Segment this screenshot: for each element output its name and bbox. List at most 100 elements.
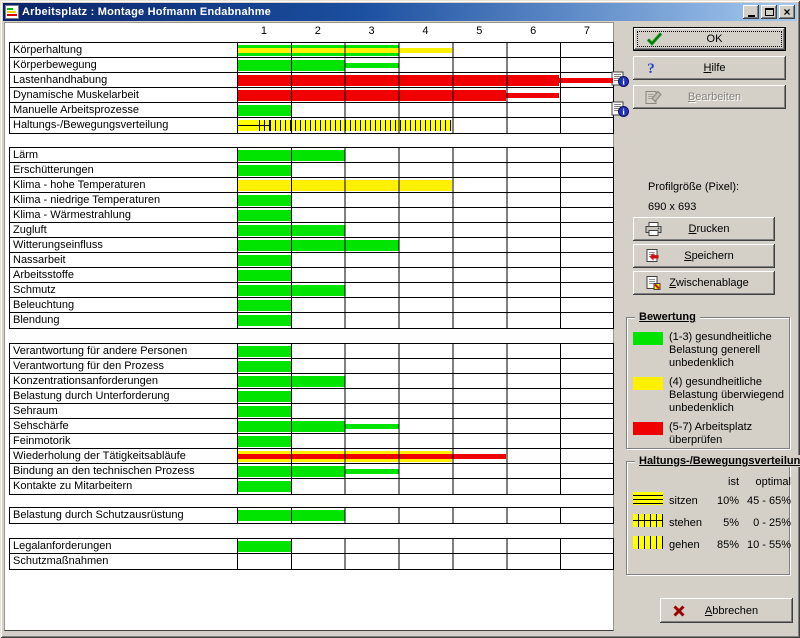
row-label: Schmutz bbox=[10, 283, 238, 297]
thick-value-bar bbox=[238, 346, 292, 357]
row-label: Zugluft bbox=[10, 223, 238, 237]
thin-value-bar bbox=[238, 93, 559, 98]
grid-lines bbox=[238, 103, 613, 117]
row-label: Nassarbeit bbox=[10, 253, 238, 267]
dialog-window: Arbeitsplatz : Montage Hofmann Endabnahm… bbox=[0, 0, 800, 638]
posture-name: gehen bbox=[669, 539, 709, 551]
row-grid bbox=[238, 298, 613, 312]
window-title: Arbeitsplatz : Montage Hofmann Endabnahm… bbox=[22, 6, 743, 18]
profile-groups: KörperhaltungKörperbewegungLastenhandhab… bbox=[9, 23, 613, 570]
scale-header: 1234567 bbox=[237, 25, 614, 41]
window-controls: × bbox=[743, 5, 795, 19]
legend-item: (4) gesundheitliche Belastung überwiegen… bbox=[631, 376, 785, 415]
row-label: Blendung bbox=[10, 313, 238, 328]
close-button[interactable]: × bbox=[779, 5, 795, 19]
chart-row: Sehschärfe bbox=[10, 419, 613, 434]
check-icon bbox=[646, 32, 663, 47]
profile-group: LärmErschütterungenKlima - hohe Temperat… bbox=[9, 147, 614, 329]
thick-value-bar bbox=[238, 315, 292, 326]
row-grid bbox=[238, 253, 613, 267]
scale-number: 2 bbox=[291, 25, 345, 41]
chart-row: Sehraum bbox=[10, 404, 613, 419]
drucken-button[interactable]: Drucken bbox=[633, 217, 775, 241]
printer-icon bbox=[645, 222, 662, 237]
row-grid bbox=[238, 73, 613, 87]
chart-row: Blendung bbox=[10, 313, 613, 328]
thick-value-bar bbox=[238, 481, 292, 492]
distribution-bar bbox=[238, 120, 452, 131]
chart-row: Witterungseinfluss bbox=[10, 238, 613, 253]
chart-row: Schutzmaßnahmen bbox=[10, 554, 613, 569]
speichern-button[interactable]: Speichern bbox=[633, 244, 775, 268]
chart-row: Wiederholung der Tätigkeitsabläufe bbox=[10, 449, 613, 464]
bearbeiten-button[interactable]: Bearbeiten bbox=[633, 85, 786, 109]
row-grid bbox=[238, 539, 613, 553]
zwischenablage-button[interactable]: Zwischenablage bbox=[633, 271, 775, 295]
chart-row: Erschütterungen bbox=[10, 163, 613, 178]
row-grid bbox=[238, 178, 613, 192]
bewertung-legend: Bewertung (1-3) gesundheitliche Belastun… bbox=[626, 317, 790, 449]
bewertung-items: (1-3) gesundheitliche Belastung generell… bbox=[627, 318, 789, 447]
thick-value-bar bbox=[238, 300, 292, 311]
row-grid bbox=[238, 419, 613, 433]
row-label: Erschütterungen bbox=[10, 163, 238, 177]
row-label: Wiederholung der Tätigkeitsabläufe bbox=[10, 449, 238, 463]
chart-row: Zugluft bbox=[10, 223, 613, 238]
profile-size-label: Profilgröße (Pixel): bbox=[648, 181, 739, 193]
row-label: Beleuchtung bbox=[10, 298, 238, 312]
grid-lines bbox=[238, 344, 613, 358]
row-label: Verantwortung für den Prozess bbox=[10, 359, 238, 373]
chart-row: Klima - niedrige Temperaturen bbox=[10, 193, 613, 208]
row-grid bbox=[238, 313, 613, 328]
row-grid bbox=[238, 344, 613, 358]
row-label: Witterungseinfluss bbox=[10, 238, 238, 252]
row-label: Lastenhandhabung bbox=[10, 73, 238, 87]
right-panel: OK?HilfeBearbeiten Profilgröße (Pixel): … bbox=[620, 21, 798, 632]
grid-lines bbox=[238, 554, 613, 569]
row-grid bbox=[238, 43, 613, 57]
grid-lines bbox=[238, 479, 613, 494]
ist-value: 5% bbox=[709, 517, 739, 529]
minimize-button[interactable] bbox=[743, 5, 759, 19]
save-icon bbox=[645, 249, 662, 264]
thick-value-bar bbox=[238, 105, 292, 116]
ok-button[interactable]: OK bbox=[633, 27, 786, 51]
thin-value-bar bbox=[238, 424, 399, 429]
row-grid bbox=[238, 193, 613, 207]
row-label: Schutzmaßnahmen bbox=[10, 554, 238, 569]
grid-lines bbox=[238, 434, 613, 448]
hilfe-button[interactable]: ?Hilfe bbox=[633, 56, 786, 80]
chart-row: Lastenhandhabung bbox=[10, 73, 613, 88]
profile-group: Verantwortung für andere PersonenVerantw… bbox=[9, 343, 614, 495]
chart-row: Körperbewegung bbox=[10, 58, 613, 73]
scale-number: 6 bbox=[506, 25, 560, 41]
profile-group: LegalanforderungenSchutzmaßnahmen bbox=[9, 538, 614, 570]
scale-number: 7 bbox=[560, 25, 614, 41]
row-grid bbox=[238, 404, 613, 418]
thick-value-bar bbox=[238, 165, 292, 176]
chart-row: Dynamische Muskelarbeit bbox=[10, 88, 613, 103]
thick-value-bar bbox=[238, 406, 292, 417]
export-buttons: Drucken Speichern Zwischenablage bbox=[633, 217, 775, 298]
grid-lines bbox=[238, 208, 613, 222]
thick-value-bar bbox=[238, 195, 292, 206]
scale-number: 5 bbox=[452, 25, 506, 41]
row-grid bbox=[238, 508, 613, 523]
bewertung-title: Bewertung bbox=[635, 311, 700, 323]
legend-item: (5-7) Arbeitsplatz überprüfen bbox=[631, 421, 785, 447]
row-label: Lärm bbox=[10, 148, 238, 162]
row-label: Klima - Wärmestrahlung bbox=[10, 208, 238, 222]
maximize-button[interactable] bbox=[761, 5, 777, 19]
abbrechen-button[interactable]: Abbrechen bbox=[660, 598, 793, 623]
minimize-icon bbox=[748, 15, 755, 17]
thin-value-bar bbox=[238, 78, 613, 83]
verteilung-table: istoptimalsitzen10%45 - 65%stehen5%0 - 2… bbox=[627, 462, 789, 554]
chart-row: Konzentrationsanforderungen bbox=[10, 374, 613, 389]
grid-lines bbox=[238, 253, 613, 267]
thin-value-bar bbox=[238, 48, 452, 53]
legend-color-swatch bbox=[633, 377, 663, 390]
grid-lines bbox=[238, 163, 613, 177]
clipboard-icon bbox=[645, 276, 662, 291]
chart-row: Bindung an den technischen Prozess bbox=[10, 464, 613, 479]
titlebar[interactable]: Arbeitsplatz : Montage Hofmann Endabnahm… bbox=[3, 3, 797, 21]
